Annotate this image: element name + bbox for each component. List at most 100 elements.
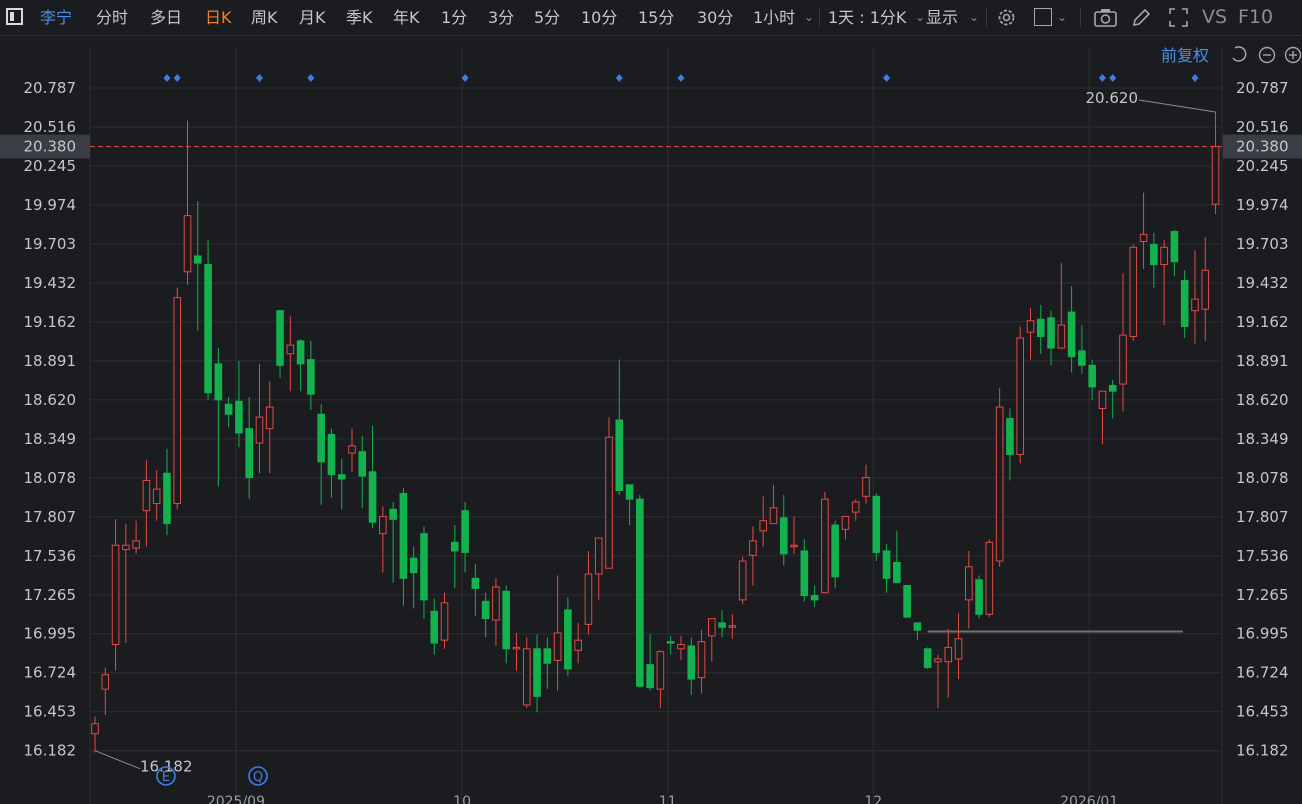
tab-period-14[interactable]: 1小时 <box>753 0 795 35</box>
candle-body <box>152 488 161 504</box>
camera-icon[interactable] <box>1094 8 1117 27</box>
candle <box>862 464 870 504</box>
x-tick-label: 2025/09 <box>207 794 265 804</box>
candle <box>995 388 1004 567</box>
candle-body <box>1016 337 1025 456</box>
candle <box>944 628 953 698</box>
candle-body <box>1129 246 1138 338</box>
x-tick-label: 2026/01 <box>1060 794 1118 804</box>
candle-body <box>276 310 284 366</box>
candle <box>194 201 202 331</box>
tab-period-12[interactable]: 15分 <box>638 0 674 35</box>
candle <box>851 499 860 521</box>
pencil-icon[interactable] <box>1131 7 1152 28</box>
candle <box>646 634 654 691</box>
y-tick-label-right: 16.453 <box>1236 703 1289 721</box>
vs-compare-button[interactable]: VS <box>1202 0 1227 35</box>
y-tick-label-left: 18.620 <box>24 391 77 409</box>
y-tick-label-right: 18.620 <box>1236 391 1289 409</box>
chevron-down-icon[interactable]: ⌄ <box>915 0 925 35</box>
candle-body <box>512 646 521 650</box>
fullscreen-icon[interactable] <box>1168 7 1189 28</box>
candle-body <box>574 639 582 651</box>
y-axis-right: 20.787 20.516 20.245 19.974 19.703 19.432 19.1… <box>1236 79 1289 760</box>
event-diamond[interactable] <box>461 74 469 82</box>
tab-period-5[interactable]: 月K <box>299 0 326 35</box>
y-tick-label-left: 19.162 <box>24 313 77 331</box>
event-diamond[interactable] <box>1098 74 1106 82</box>
candle <box>821 491 829 594</box>
event-diamond[interactable] <box>163 74 171 82</box>
event-diamond[interactable] <box>1191 74 1199 82</box>
undo-icon[interactable] <box>1232 46 1247 62</box>
y-tick-label-left: 17.265 <box>24 586 77 604</box>
tab-period-1[interactable]: 分时 <box>96 0 128 35</box>
candle <box>738 556 747 605</box>
event-diamond[interactable] <box>615 74 623 82</box>
event-diamond[interactable] <box>255 74 263 82</box>
candle-body <box>307 359 315 395</box>
candle-body <box>985 541 994 615</box>
candle-body <box>841 515 850 530</box>
candle-body <box>235 400 243 434</box>
tab-period-11[interactable]: 10分 <box>581 0 617 35</box>
tab-period-2[interactable]: 多日 <box>150 0 182 35</box>
f10-button[interactable]: F10 <box>1238 0 1273 35</box>
chevron-down-icon[interactable]: ⌄ <box>969 0 979 35</box>
candle <box>584 550 593 635</box>
chevron-down-icon[interactable]: ⌄ <box>1057 0 1067 35</box>
candle <box>1078 325 1086 374</box>
event-diamond[interactable] <box>1109 74 1117 82</box>
adjust-mode-button[interactable]: 前复权 <box>1161 46 1209 65</box>
sidebar-toggle-icon[interactable] <box>6 8 23 25</box>
event-diamond[interactable] <box>307 74 315 82</box>
tab-period-3[interactable]: 日K <box>205 0 232 35</box>
display-menu[interactable]: 显示 <box>926 0 958 35</box>
y-tick-label-left: 16.724 <box>24 664 77 682</box>
quarterly-report-icon[interactable]: Q <box>248 766 268 786</box>
candle-body <box>749 540 757 556</box>
y-tick-label-right: 17.536 <box>1236 547 1289 565</box>
candle <box>317 404 325 505</box>
candle <box>1201 237 1210 341</box>
gear-icon[interactable] <box>996 7 1017 28</box>
candle <box>430 598 439 655</box>
tab-period-10[interactable]: 5分 <box>534 0 560 35</box>
candle-body <box>605 436 613 569</box>
candle <box>697 630 706 694</box>
candle-body <box>934 658 942 663</box>
tab-period-7[interactable]: 年K <box>393 0 420 35</box>
y-tick-label-right: 18.891 <box>1236 352 1289 370</box>
candle <box>142 460 151 547</box>
zoom-out-icon[interactable] <box>1258 46 1276 64</box>
tab-period-6[interactable]: 季K <box>346 0 373 35</box>
event-diamond[interactable] <box>677 74 685 82</box>
candle-body <box>636 498 644 687</box>
candle <box>656 650 665 708</box>
candle <box>769 484 778 525</box>
candle <box>841 515 850 540</box>
candle-body <box>1139 233 1148 243</box>
candle <box>1119 273 1127 412</box>
zoom-in-icon[interactable] <box>1284 46 1302 64</box>
tab-period-8[interactable]: 1分 <box>441 0 467 35</box>
candle <box>677 635 685 661</box>
rectangle-tool-icon[interactable] <box>1034 8 1052 26</box>
earnings-event-icon[interactable]: E <box>156 766 176 786</box>
y-tick-label-left: 16.995 <box>24 625 77 643</box>
event-diamond[interactable] <box>173 74 181 82</box>
candle <box>204 240 212 400</box>
tab-period-4[interactable]: 周K <box>251 0 278 35</box>
y-tick-label-right: 17.265 <box>1236 586 1289 604</box>
candlestick-chart[interactable]: 20.787 20.516 20.245 19.974 19.703 19.432 19.1… <box>0 36 1302 804</box>
tab-period-13[interactable]: 30分 <box>697 0 733 35</box>
tab-period-9[interactable]: 3分 <box>488 0 514 35</box>
candle <box>183 120 192 285</box>
candle <box>461 502 469 573</box>
multi-day-select[interactable]: 1天 : 1分K <box>828 0 906 35</box>
chevron-down-icon[interactable]: ⌄ <box>804 0 814 35</box>
y-tick-label-left: 18.891 <box>24 352 77 370</box>
candle <box>687 637 696 695</box>
stock-name[interactable]: 李宁 <box>40 0 72 35</box>
event-diamond[interactable] <box>883 74 891 82</box>
